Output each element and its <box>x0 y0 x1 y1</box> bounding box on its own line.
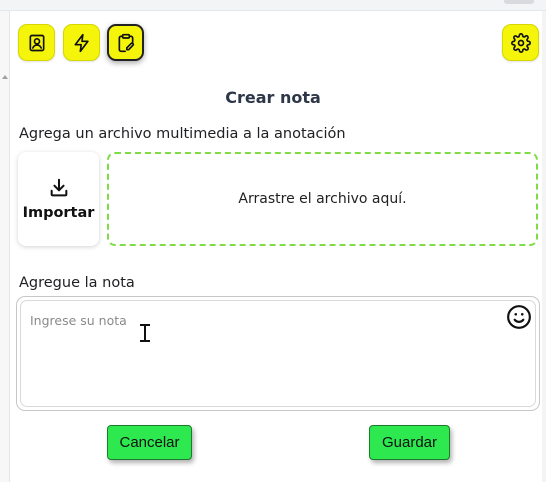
gutter-arrow-icon[interactable] <box>2 75 8 79</box>
top-strip <box>0 0 546 11</box>
note-container <box>16 296 540 411</box>
right-edge <box>542 11 546 482</box>
file-dropzone[interactable]: Arrastre el archivo aquí. <box>107 152 538 246</box>
download-icon <box>50 178 67 197</box>
lightning-icon <box>74 33 89 52</box>
settings-button[interactable] <box>502 24 539 61</box>
gear-icon <box>510 32 531 53</box>
quick-actions-button[interactable] <box>63 24 100 61</box>
note-label: Agregue la nota <box>19 275 135 291</box>
clipboard-edit-icon <box>118 33 134 52</box>
media-label: Agrega un archivo multimedia a la anotac… <box>19 126 346 142</box>
dropzone-text: Arrastre el archivo aquí. <box>238 191 407 207</box>
import-label: Importar <box>22 205 95 221</box>
note-input[interactable] <box>20 300 536 407</box>
left-gutter <box>0 11 10 482</box>
notes-button[interactable] <box>107 24 144 61</box>
cancel-button[interactable]: Cancelar <box>107 425 192 460</box>
import-button[interactable]: Importar <box>18 152 99 246</box>
contact-book-icon <box>29 34 44 51</box>
contacts-button[interactable] <box>18 24 55 61</box>
emoji-icon[interactable] <box>506 304 532 330</box>
save-button[interactable]: Guardar <box>369 425 450 460</box>
text-cursor-icon <box>140 324 150 342</box>
page-title: Crear nota <box>225 88 321 107</box>
scroll-handle[interactable] <box>504 0 534 4</box>
